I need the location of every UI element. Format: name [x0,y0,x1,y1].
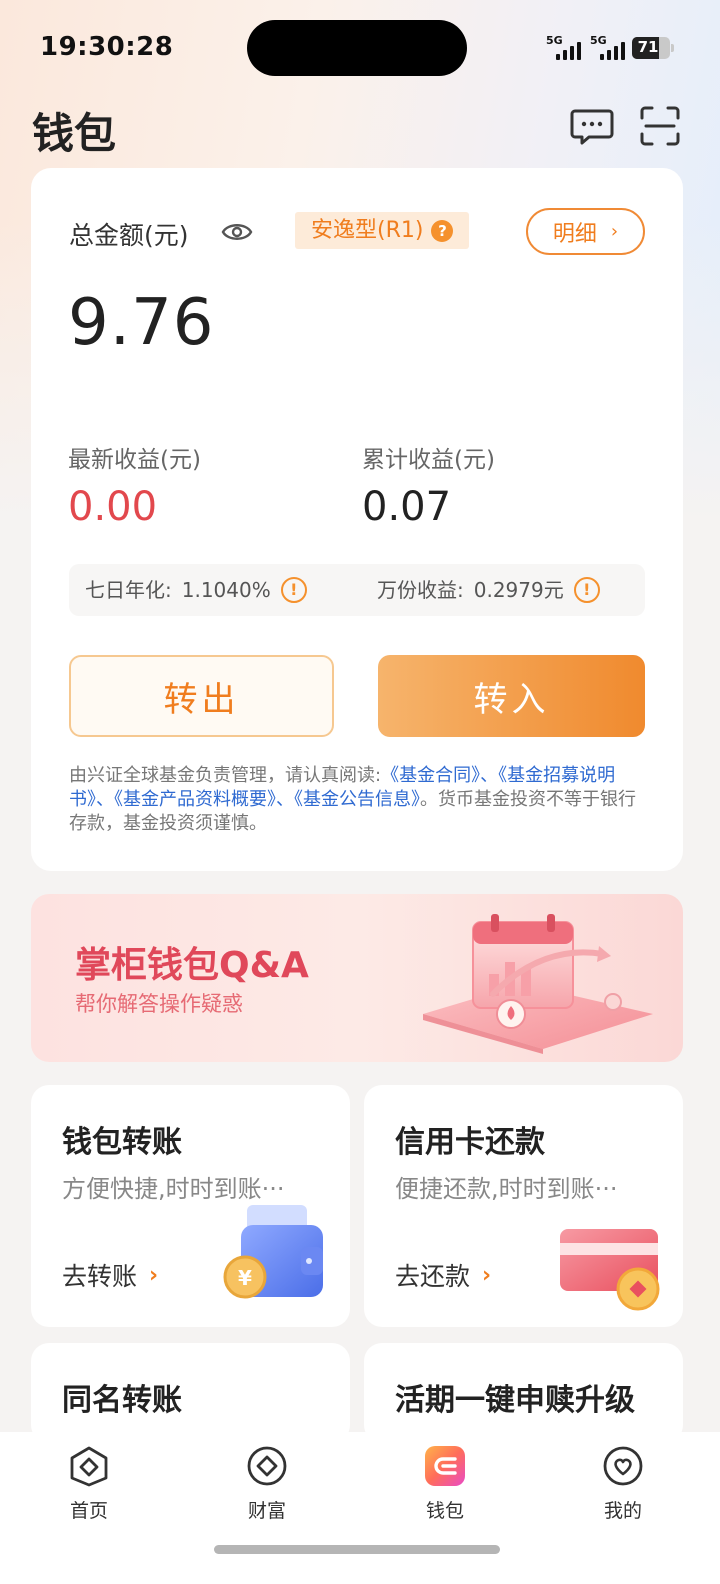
svg-text:¥: ¥ [238,1266,252,1290]
link-separator: 、 [276,789,294,810]
feature-link-label: 去转账 [62,1262,138,1291]
scan-icon[interactable] [638,104,682,148]
wallet-icon: ¥ [223,1205,323,1299]
transfer-in-button[interactable]: 转入 [378,655,645,737]
home-icon [70,1446,108,1487]
instant-redeem-upgrade-card[interactable]: 活期一键申赎升级 稳健増值,申赎灵活 [364,1343,683,1443]
wealth-icon [247,1446,287,1486]
banner-title: 掌柜钱包Q&A [75,945,309,986]
info-icon[interactable]: ! [280,577,307,603]
link-separator: 、 [96,789,114,810]
bottom-nav: 首页 财富 钱包 我的 [0,1432,720,1584]
detail-button-label: 明细 [552,221,597,247]
feature-link-label: 去还款 [395,1262,471,1291]
nav-item-home[interactable]: 首页 [29,1444,149,1523]
transfer-out-button[interactable]: 转出 [69,655,334,737]
seven-day-yield-label: 七日年化: [85,578,172,602]
feature-subtitle: 便捷还款,时时到账··· [395,1175,618,1203]
nav-label: 钱包 [425,1500,464,1522]
info-icon[interactable]: ! [573,577,600,603]
fund-disclaimer: 由兴证全球基金负责管理，请认真阅读:《基金合同》、《基金招募说明书》、《基金产品… [69,764,645,836]
help-icon[interactable]: ? [431,219,454,242]
battery-icon: 71 [632,37,674,59]
same-name-transfer-card[interactable]: 同名转账 方便快捷,时时到账 [31,1343,350,1443]
total-amount-value: 9.76 [68,286,215,360]
wallet-icon [425,1446,465,1486]
wallet-summary-card: 总金额(元) 安逸型(R1) ? 明细 › 9.76 最新收益(元) 0.00 … [31,168,683,871]
nav-item-profile[interactable]: 我的 [563,1444,683,1523]
per-10k-income-label: 万份收益: [377,578,464,602]
chevron-right-icon: › [610,221,619,242]
cumulative-income-label: 累计收益(元) [362,447,495,473]
message-icon[interactable] [570,104,614,148]
chevron-right-icon: › [482,1262,492,1288]
nav-label: 首页 [69,1500,108,1522]
chevron-right-icon: › [149,1262,159,1288]
disclaimer-text: 由兴证全球基金负责管理，请认真阅读: [69,765,382,786]
status-bar: 19:30:28 5G 5G 71 [0,0,720,96]
fund-announcement-link[interactable]: 《基金公告信息》 [294,789,420,810]
go-transfer-link[interactable]: 去转账 › [62,1257,158,1293]
fund-contract-link[interactable]: 《基金合同》 [381,765,480,786]
nav-item-wallet[interactable]: 钱包 [385,1444,505,1523]
feature-title: 钱包转账 [62,1125,182,1160]
fund-summary-link[interactable]: 《基金产品资料概要》 [114,789,276,810]
link-separator: 、 [480,765,499,786]
yield-info-bar: 七日年化: 1.1040% ! 万份收益: 0.2979元 ! [69,564,645,616]
risk-level-tag[interactable]: 安逸型(R1) ? [295,212,470,249]
risk-level-label: 安逸型(R1) [311,218,424,243]
credit-card-icon [560,1229,660,1311]
calendar-illustration-icon [423,914,653,1054]
feature-subtitle: 方便快捷,时时到账··· [62,1175,285,1203]
nav-label: 我的 [603,1500,642,1522]
eye-icon[interactable] [221,218,253,246]
home-indicator[interactable] [214,1545,500,1554]
nav-label: 财富 [247,1500,286,1522]
nav-item-wealth[interactable]: 财富 [207,1444,327,1523]
banner-subtitle: 帮你解答操作疑惑 [75,992,243,1016]
status-time: 19:30:28 [40,32,174,62]
dynamic-island [247,20,467,76]
qa-banner[interactable]: 掌柜钱包Q&A 帮你解答操作疑惑 [31,894,683,1062]
total-amount-label: 总金额(元) [69,221,189,250]
feature-title: 同名转账 [62,1383,182,1418]
go-repay-link[interactable]: 去还款 › [395,1257,491,1293]
wallet-transfer-card[interactable]: 钱包转账 方便快捷,时时到账··· 去转账 › ¥ [31,1085,350,1327]
latest-income-value: 0.00 [68,484,158,530]
profile-icon [603,1446,643,1486]
credit-card-repay-card[interactable]: 信用卡还款 便捷还款,时时到账··· 去还款 › [364,1085,683,1327]
cumulative-income-value: 0.07 [362,484,452,530]
feature-title: 信用卡还款 [395,1125,545,1160]
feature-title: 活期一键申赎升级 [395,1383,635,1418]
page-title: 钱包 [32,109,117,158]
per-10k-income-value: 0.2979元 [473,578,564,602]
seven-day-yield-value: 1.1040% [181,578,271,602]
detail-button[interactable]: 明细 › [526,208,645,255]
latest-income-label: 最新收益(元) [68,447,201,473]
battery-level: 71 [637,38,659,56]
